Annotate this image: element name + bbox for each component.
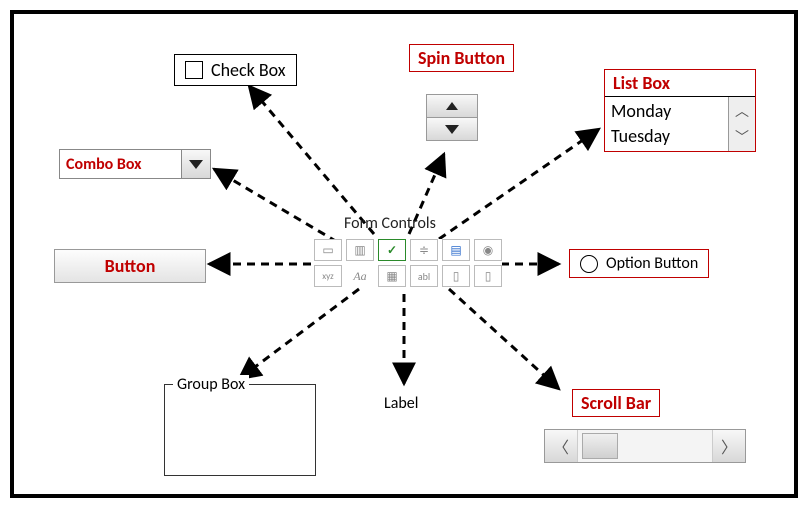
combo-box-control[interactable]: Combo Box <box>59 149 211 179</box>
button-control[interactable]: Button <box>54 249 206 283</box>
radio-icon <box>580 255 598 273</box>
spin-button-control[interactable] <box>426 94 478 141</box>
checkbox-icon <box>185 61 203 79</box>
form-controls-palette: ▭ ▥ ✓ ≑ ▤ ◉ xyz Aa ▦ abl ▯ ▯ <box>314 239 502 287</box>
palette-groupbox-icon[interactable]: xyz <box>314 265 342 287</box>
listbox-item[interactable]: Monday <box>611 99 722 124</box>
triangle-down-icon <box>189 160 203 169</box>
chevron-right-icon: 〉 <box>721 434 737 458</box>
listbox-header: List Box <box>605 70 755 97</box>
palette-listbox-icon[interactable]: ▤ <box>442 239 470 261</box>
checkbox-label: Check Box <box>211 59 286 81</box>
palette-extra1-icon[interactable]: ▯ <box>442 265 470 287</box>
triangle-down-icon <box>445 125 459 134</box>
scroll-left-button[interactable]: 〈 <box>545 430 577 462</box>
listbox-item[interactable]: Tuesday <box>611 124 722 149</box>
chevron-up-icon: ︿ <box>735 101 749 121</box>
palette-option-icon[interactable]: ◉ <box>474 239 502 261</box>
palette-button-icon[interactable]: ▭ <box>314 239 342 261</box>
checkbox-control[interactable]: Check Box <box>174 54 297 86</box>
scroll-track[interactable] <box>577 430 713 462</box>
spin-button-label: Spin Button <box>409 44 514 72</box>
combo-box-dropdown-button[interactable] <box>181 150 210 178</box>
chevron-left-icon: 〈 <box>553 434 569 458</box>
option-button-label: Option Button <box>606 254 698 273</box>
button-label: Button <box>105 255 156 277</box>
spin-down-button[interactable] <box>427 117 477 140</box>
palette-extra2-icon[interactable]: ▯ <box>474 265 502 287</box>
group-box-legend: Group Box <box>173 375 249 394</box>
scroll-bar-control[interactable]: 〈 〉 <box>544 429 746 463</box>
option-button-control[interactable]: Option Button <box>569 249 709 278</box>
scroll-thumb[interactable] <box>582 433 618 459</box>
palette-scrollbar-icon[interactable]: ▦ <box>378 265 406 287</box>
palette-textfield-icon[interactable]: abl <box>410 265 438 287</box>
triangle-up-icon <box>446 102 458 110</box>
combo-box-label: Combo Box <box>60 150 181 178</box>
palette-combobox-icon[interactable]: ▥ <box>346 239 374 261</box>
palette-spin-icon[interactable]: ≑ <box>410 239 438 261</box>
listbox-control[interactable]: List Box Monday Tuesday ︿ ﹀ <box>604 69 756 152</box>
group-box-control: Group Box <box>164 384 316 476</box>
listbox-scrollbar[interactable]: ︿ ﹀ <box>728 97 755 151</box>
palette-label-icon[interactable]: Aa <box>346 265 374 287</box>
label-text: Label <box>384 394 418 413</box>
spin-up-button[interactable] <box>427 95 477 117</box>
scroll-bar-label: Scroll Bar <box>572 389 660 417</box>
palette-checkbox-icon[interactable]: ✓ <box>378 239 406 261</box>
chevron-down-icon: ﹀ <box>735 127 749 147</box>
scroll-right-button[interactable]: 〉 <box>713 430 745 462</box>
listbox-items: Monday Tuesday <box>605 97 728 151</box>
diagram-frame: Check Box Spin Button List Box Monday Tu… <box>10 10 798 498</box>
form-controls-title: Form Controls <box>344 214 436 233</box>
